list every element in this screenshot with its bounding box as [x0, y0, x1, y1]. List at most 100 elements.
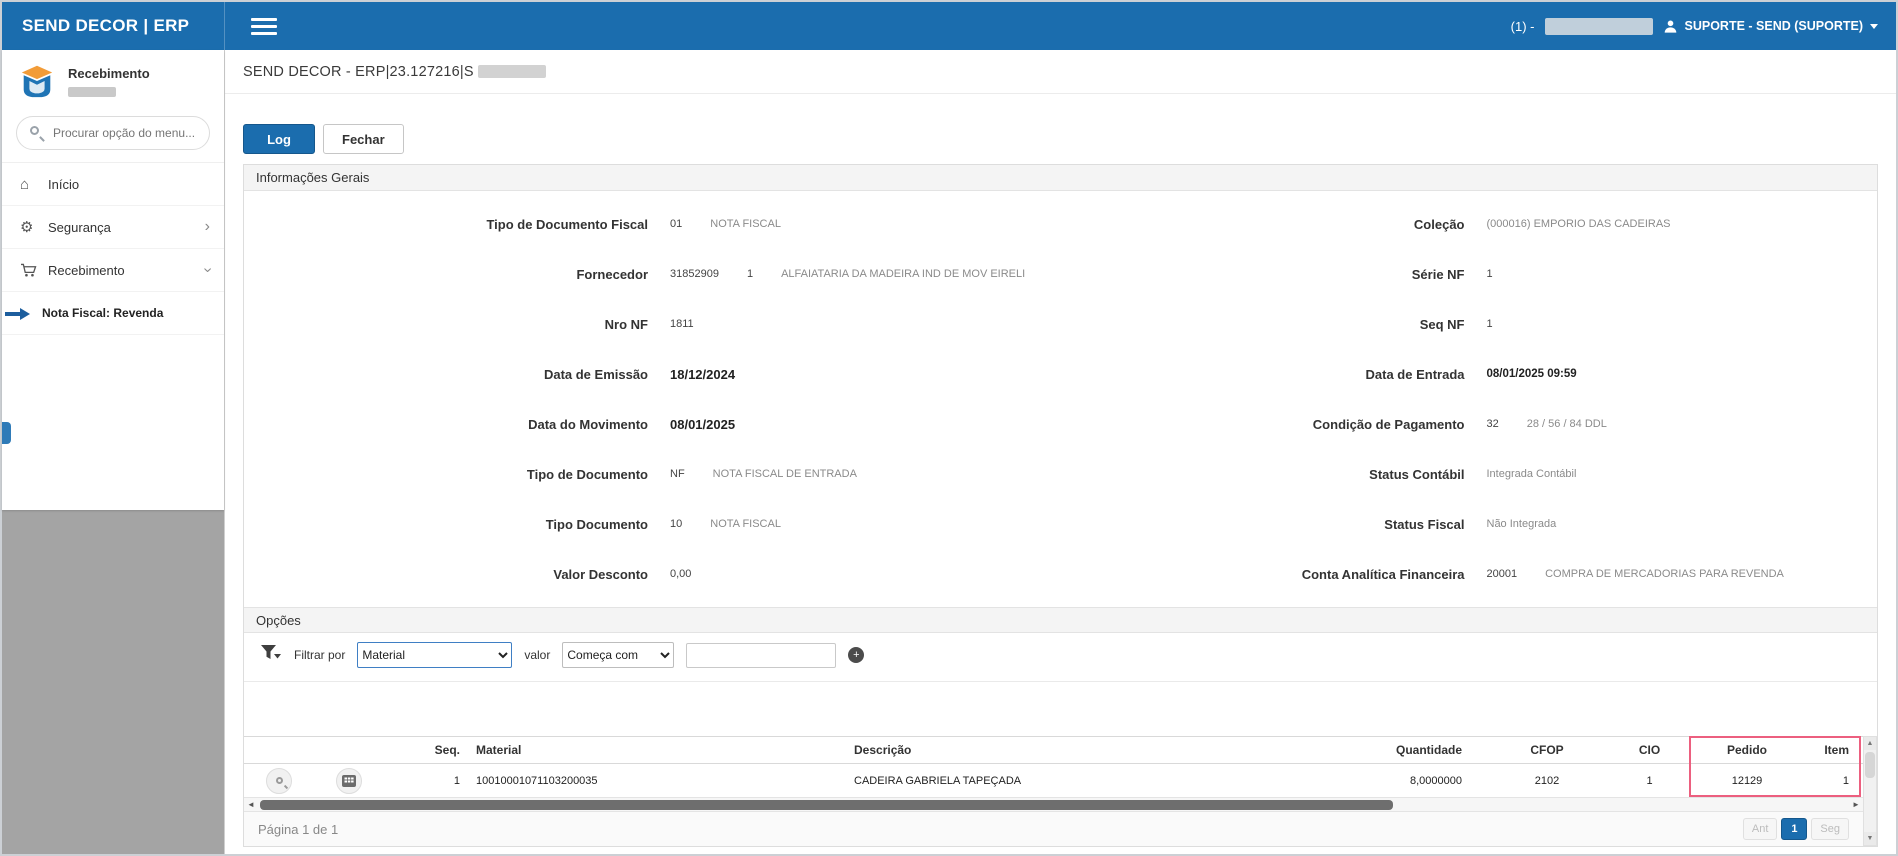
side-panel-handle[interactable] [2, 422, 11, 444]
page-title: SEND DECOR - ERP|23.127216|S [225, 50, 1896, 94]
gears-icon: ⚙ [20, 218, 48, 236]
field-tipo-documento-fiscal: Tipo de Documento Fiscal 01 NOTA FISCAL [244, 199, 1061, 249]
topbar: SEND DECOR | ERP (1) - SUPORTE - SEND (S… [2, 2, 1896, 50]
field-label: Seq NF [1061, 317, 1471, 332]
field-condicao-pagamento: Condição de Pagamento 32 28 / 56 / 84 DD… [1061, 399, 1878, 449]
cell-cfop: 2102 [1492, 775, 1602, 787]
horizontal-scrollbar-thumb[interactable] [260, 800, 1393, 810]
sidebar-item-inicio[interactable]: ⌂ Início [2, 163, 224, 206]
vertical-scrollbar[interactable]: ▲ ▼ [1863, 736, 1877, 846]
table-header-row: Seq. Material Descrição Quantidade CFOP … [244, 736, 1863, 764]
field-label: Valor Desconto [244, 567, 654, 582]
page-1-button[interactable]: 1 [1781, 818, 1807, 840]
field-nro-nf: Nro NF 1811 [244, 299, 1061, 349]
field-seq-nf: Seq NF 1 [1061, 299, 1878, 349]
header-cio[interactable]: CIO [1602, 743, 1697, 757]
scroll-up-icon[interactable]: ▲ [1864, 737, 1876, 750]
log-button[interactable]: Log [243, 124, 315, 154]
field-label: Tipo de Documento Fiscal [244, 217, 654, 232]
valor-label: valor [524, 648, 550, 662]
field-label: Tipo Documento [244, 517, 654, 532]
section-header-opcoes: Opções [244, 607, 1877, 633]
field-value: 0,00 [654, 568, 1061, 580]
filtrar-por-label: Filtrar por [294, 648, 345, 662]
sidebar-item-recebimento[interactable]: Recebimento › [2, 249, 224, 292]
page-status: Página 1 de 1 [258, 822, 338, 837]
next-page-button[interactable]: Seg [1811, 818, 1849, 840]
user-menu[interactable]: SUPORTE - SEND (SUPORTE) [1663, 19, 1879, 34]
field-label: Condição de Pagamento [1061, 417, 1471, 432]
sidebar-item-label: Recebimento [48, 263, 125, 278]
field-label: Coleção [1061, 217, 1471, 232]
form-col-right: Coleção (000016) EMPORIO DAS CADEIRAS Sé… [1061, 199, 1878, 599]
field-value: 1 [1471, 268, 1878, 280]
menu-search [16, 116, 210, 150]
field-label: Série NF [1061, 267, 1471, 282]
row-details-button[interactable] [336, 768, 362, 794]
filter-funnel-icon[interactable] [260, 644, 282, 666]
field-value: (000016) EMPORIO DAS CADEIRAS [1471, 218, 1878, 230]
sidebar-item-seguranca[interactable]: ⚙ Segurança › [2, 206, 224, 249]
field-label: Status Contábil [1061, 467, 1471, 482]
scroll-left-icon[interactable]: ◄ [244, 798, 258, 812]
header-seq[interactable]: Seq. [384, 743, 464, 757]
field-label: Data de Entrada [1061, 367, 1471, 382]
session-info: (1) - [1511, 19, 1535, 34]
chevron-down-icon [1870, 24, 1878, 29]
horizontal-scrollbar[interactable]: ◄ ► [244, 798, 1863, 812]
sidebar-item-nota-fiscal-revenda[interactable]: Nota Fiscal: Revenda [2, 292, 224, 335]
field-label: Conta Analítica Financeira [1061, 567, 1471, 582]
header-item[interactable]: Item [1797, 743, 1855, 757]
header-material[interactable]: Material [464, 743, 674, 757]
field-value: 20001 COMPRA DE MERCADORIAS PARA REVENDA [1471, 568, 1878, 580]
form-col-left: Tipo de Documento Fiscal 01 NOTA FISCAL … [244, 199, 1061, 599]
field-conta-analitica: Conta Analítica Financeira 20001 COMPRA … [1061, 549, 1878, 599]
main-area: SEND DECOR - ERP|23.127216|S Log Fechar … [225, 50, 1896, 854]
content: Log Fechar Informações Gerais Tipo de Do… [225, 94, 1896, 854]
filter-value-input[interactable] [686, 643, 836, 668]
menu-search-input[interactable] [16, 116, 210, 150]
field-value: 31852909 1 ALFAIATARIA DA MADEIRA IND DE… [654, 268, 1061, 280]
field-value: 1 [1471, 318, 1878, 330]
field-value: 08/01/2025 09:59 [1471, 368, 1878, 380]
redacted-title-text [478, 65, 546, 78]
field-colecao: Coleção (000016) EMPORIO DAS CADEIRAS [1061, 199, 1878, 249]
clear-filter-button[interactable]: + [848, 647, 864, 663]
field-label: Data do Movimento [244, 417, 654, 432]
field-label: Data de Emissão [244, 367, 654, 382]
search-icon [30, 126, 39, 135]
module-header: Recebimento [2, 50, 224, 112]
filter-toolbar: Filtrar por Material valor Começa com + [244, 633, 1877, 682]
scroll-right-icon[interactable]: ► [1849, 798, 1863, 812]
scroll-down-icon[interactable]: ▼ [1864, 832, 1876, 845]
field-valor-desconto: Valor Desconto 0,00 [244, 549, 1061, 599]
header-quantidade[interactable]: Quantidade [1312, 743, 1492, 757]
sidebar-item-label: Segurança [48, 220, 111, 235]
filter-field-select[interactable]: Material [357, 642, 512, 668]
header-pedido[interactable]: Pedido [1697, 743, 1797, 757]
row-view-button[interactable] [266, 768, 292, 794]
pager: Ant 1 Seg [1743, 818, 1849, 840]
hamburger-icon[interactable] [247, 10, 281, 43]
header-descricao[interactable]: Descrição [674, 743, 1312, 757]
field-tipo-documento: Tipo Documento 10 NOTA FISCAL [244, 499, 1061, 549]
field-tipo-de-documento: Tipo de Documento NF NOTA FISCAL DE ENTR… [244, 449, 1061, 499]
field-data-emissao: Data de Emissão 18/12/2024 [244, 349, 1061, 399]
app-logo-icon [16, 62, 58, 100]
prev-page-button[interactable]: Ant [1743, 818, 1778, 840]
filter-operator-select[interactable]: Começa com [562, 642, 674, 668]
info-form: Tipo de Documento Fiscal 01 NOTA FISCAL … [244, 191, 1877, 607]
field-label: Fornecedor [244, 267, 654, 282]
table-row[interactable]: 1 10010001071103200035 CADEIRA GABRIELA … [244, 764, 1863, 798]
field-fornecedor: Fornecedor 31852909 1 ALFAIATARIA DA MAD… [244, 249, 1061, 299]
vertical-scrollbar-thumb[interactable] [1865, 752, 1875, 778]
header-cfop[interactable]: CFOP [1492, 743, 1602, 757]
home-icon: ⌂ [20, 176, 48, 193]
fechar-button[interactable]: Fechar [323, 124, 404, 154]
field-value: 32 28 / 56 / 84 DDL [1471, 418, 1878, 430]
cell-seq: 1 [384, 775, 464, 787]
field-label: Status Fiscal [1061, 517, 1471, 532]
field-label: Tipo de Documento [244, 467, 654, 482]
sidebar-item-label: Início [48, 177, 79, 192]
cell-pedido: 12129 [1697, 775, 1797, 787]
